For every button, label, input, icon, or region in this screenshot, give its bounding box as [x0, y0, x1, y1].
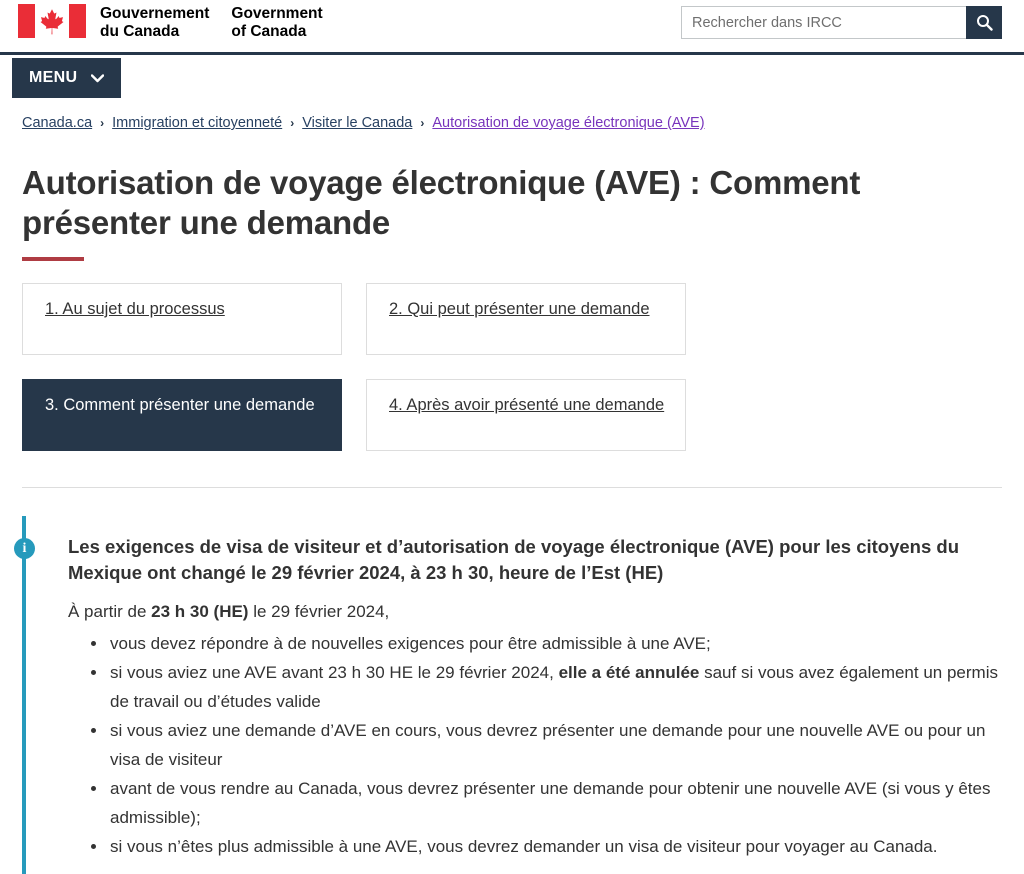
main-menu-bar: MENU [0, 55, 1024, 103]
search-input[interactable] [681, 6, 966, 39]
breadcrumb-item-3[interactable]: Autorisation de voyage électronique (AVE… [432, 115, 704, 131]
breadcrumb: Canada.ca › Immigration et citoyenneté ›… [0, 103, 1024, 131]
step-card-3[interactable]: 3. Comment présenter une demande [22, 379, 342, 451]
breadcrumb-item-1[interactable]: Immigration et citoyenneté [112, 115, 282, 131]
bullet-text-before: avant de vous rendre au Canada, vous dev… [110, 779, 991, 827]
breadcrumb-separator: › [420, 116, 425, 130]
chevron-down-icon [91, 73, 105, 82]
brand-french: Gouvernement du Canada [100, 5, 209, 40]
global-header: Gouvernement du Canada Government of Can… [0, 0, 1024, 55]
bullet-text-before: si vous n’êtes plus admissible à une AVE… [110, 837, 938, 856]
info-icon: i [14, 538, 35, 559]
breadcrumb-separator: › [290, 116, 295, 130]
info-alert: i Les exigences de visa de visiteur et d… [14, 516, 1002, 874]
brand-english: Government of Canada [231, 5, 322, 40]
step-card-1[interactable]: 1. Au sujet du processus [22, 283, 342, 355]
alert-title: Les exigences de visa de visiteur et d’a… [68, 536, 960, 583]
bullet-text-before: si vous aviez une AVE avant 23 h 30 HE l… [110, 663, 559, 682]
canada-flag-icon [18, 4, 86, 38]
main-content: Autorisation de voyage électronique (AVE… [0, 163, 1024, 874]
title-accent-rule [22, 257, 84, 261]
alert-intro-after: le 29 février 2024, [248, 602, 390, 621]
menu-button-label: MENU [29, 69, 78, 86]
section-divider [22, 487, 1002, 488]
list-item: vous devez répondre à de nouvelles exige… [108, 629, 1002, 658]
brand-wordmark: Gouvernement du Canada Government of Can… [100, 5, 323, 40]
step-card-4[interactable]: 4. Après avoir présenté une demande [366, 379, 686, 451]
step-label-1: 1. Au sujet du processus [45, 300, 225, 318]
brand-english-line2: of Canada [231, 22, 307, 40]
learn-more-link[interactable]: Apprenez-en plus sur les nouvelles exige… [68, 869, 414, 874]
bullet-text-bold: elle a été annulée [558, 663, 700, 682]
breadcrumb-separator: › [100, 116, 105, 130]
alert-bullet-list: vous devez répondre à de nouvelles exige… [68, 629, 1002, 861]
brand-english-line1: Government [231, 5, 323, 22]
list-item: avant de vous rendre au Canada, vous dev… [108, 774, 1002, 832]
bullet-text-before: vous devez répondre à de nouvelles exige… [110, 634, 711, 653]
list-item: si vous aviez une AVE avant 23 h 30 HE l… [108, 658, 1002, 716]
step-label-3: 3. Comment présenter une demande [45, 396, 315, 414]
goc-brand: Gouvernement du Canada Government of Can… [0, 0, 323, 40]
step-navigation: 1. Au sujet du processus 2. Qui peut pré… [22, 283, 1002, 451]
search-icon [976, 15, 993, 31]
page-title: Autorisation de voyage électronique (AVE… [22, 164, 861, 241]
step-card-2[interactable]: 2. Qui peut présenter une demande [366, 283, 686, 355]
bullet-text-before: si vous aviez une demande d’AVE en cours… [110, 721, 986, 769]
menu-button[interactable]: MENU [12, 58, 122, 98]
alert-intro: À partir de 23 h 30 (HE) le 29 février 2… [68, 598, 1002, 625]
alert-intro-bold: 23 h 30 (HE) [151, 602, 249, 621]
search-button[interactable] [966, 6, 1002, 39]
breadcrumb-item-0[interactable]: Canada.ca [22, 115, 92, 131]
list-item: si vous n’êtes plus admissible à une AVE… [108, 832, 1002, 861]
step-label-4: 4. Après avoir présenté une demande [389, 396, 665, 414]
alert-intro-before: À partir de [68, 602, 152, 621]
step-label-2: 2. Qui peut présenter une demande [389, 300, 650, 318]
site-search [681, 6, 1002, 39]
list-item: si vous aviez une demande d’AVE en cours… [108, 716, 1002, 774]
brand-french-line1: Gouvernement [100, 5, 210, 22]
breadcrumb-item-2[interactable]: Visiter le Canada [302, 115, 412, 131]
brand-french-line2: du Canada [100, 22, 180, 40]
